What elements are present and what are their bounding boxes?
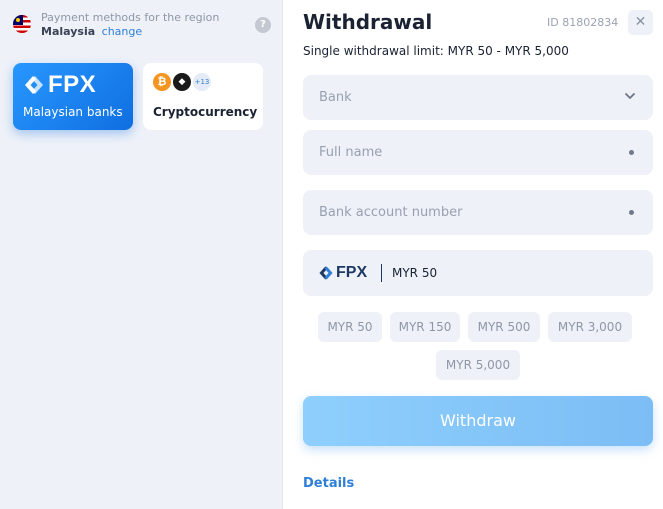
bitcoin-icon: ₿ xyxy=(153,73,171,91)
region-label: Payment methods for the region xyxy=(41,11,220,24)
method-card-fpx[interactable]: FPX Malaysian banks xyxy=(13,63,133,130)
page-title: Withdrawal xyxy=(303,10,433,34)
full-name-placeholder: Full name xyxy=(319,145,383,160)
fpx-logo: FPX xyxy=(23,71,97,98)
required-dot-icon xyxy=(629,210,634,215)
amount-value: MYR 50 xyxy=(392,266,438,280)
close-button[interactable]: ✕ xyxy=(628,10,653,35)
bank-account-input[interactable]: Bank account number xyxy=(303,190,653,235)
amount-divider xyxy=(381,264,382,282)
region-country: Malaysia xyxy=(41,25,96,38)
change-region-link[interactable]: change xyxy=(102,25,142,38)
help-icon[interactable]: ? xyxy=(255,17,271,33)
withdraw-button[interactable]: Withdraw xyxy=(303,396,653,446)
crypto-coins: ₿ ◆ +13 xyxy=(153,73,211,91)
fpx-wordmark: FPX xyxy=(48,71,97,98)
quick-amount-chip[interactable]: MYR 50 xyxy=(318,312,382,342)
more-coins-badge: +13 xyxy=(193,73,211,91)
ethereum-icon: ◆ xyxy=(173,73,191,91)
details-link[interactable]: Details xyxy=(303,476,354,491)
method-label-crypto: Cryptocurrency xyxy=(153,105,258,119)
required-dot-icon xyxy=(629,150,634,155)
quick-amount-chip[interactable]: MYR 150 xyxy=(390,312,460,342)
quick-amount-chip[interactable]: MYR 5,000 xyxy=(436,350,520,380)
bank-account-placeholder: Bank account number xyxy=(319,205,463,220)
withdrawal-limit: Single withdrawal limit: MYR 50 - MYR 5,… xyxy=(303,44,569,58)
bank-select[interactable]: Bank xyxy=(303,75,653,120)
quick-amount-chip[interactable]: MYR 500 xyxy=(468,312,540,342)
fpx-mark-icon xyxy=(319,266,333,280)
malaysia-flag-icon xyxy=(13,15,31,33)
chevron-down-icon xyxy=(625,93,635,99)
method-card-crypto[interactable]: ₿ ◆ +13 Cryptocurrency xyxy=(143,63,263,130)
fpx-mark-icon xyxy=(25,76,43,94)
region-selector: Payment methods for the region Malaysia … xyxy=(13,10,271,40)
region-value: Malaysia change xyxy=(41,25,142,38)
order-id: ID 81802834 xyxy=(547,16,619,29)
amount-input[interactable]: FPX MYR 50 xyxy=(303,250,653,296)
quick-amount-chip[interactable]: MYR 3,000 xyxy=(548,312,632,342)
fpx-logo-small: FPX xyxy=(318,264,367,282)
bank-select-placeholder: Bank xyxy=(319,90,352,105)
full-name-input[interactable]: Full name xyxy=(303,130,653,175)
method-label-fpx: Malaysian banks xyxy=(23,105,123,119)
fpx-wordmark-small: FPX xyxy=(336,264,368,281)
payment-methods-panel: Payment methods for the region Malaysia … xyxy=(0,0,283,509)
